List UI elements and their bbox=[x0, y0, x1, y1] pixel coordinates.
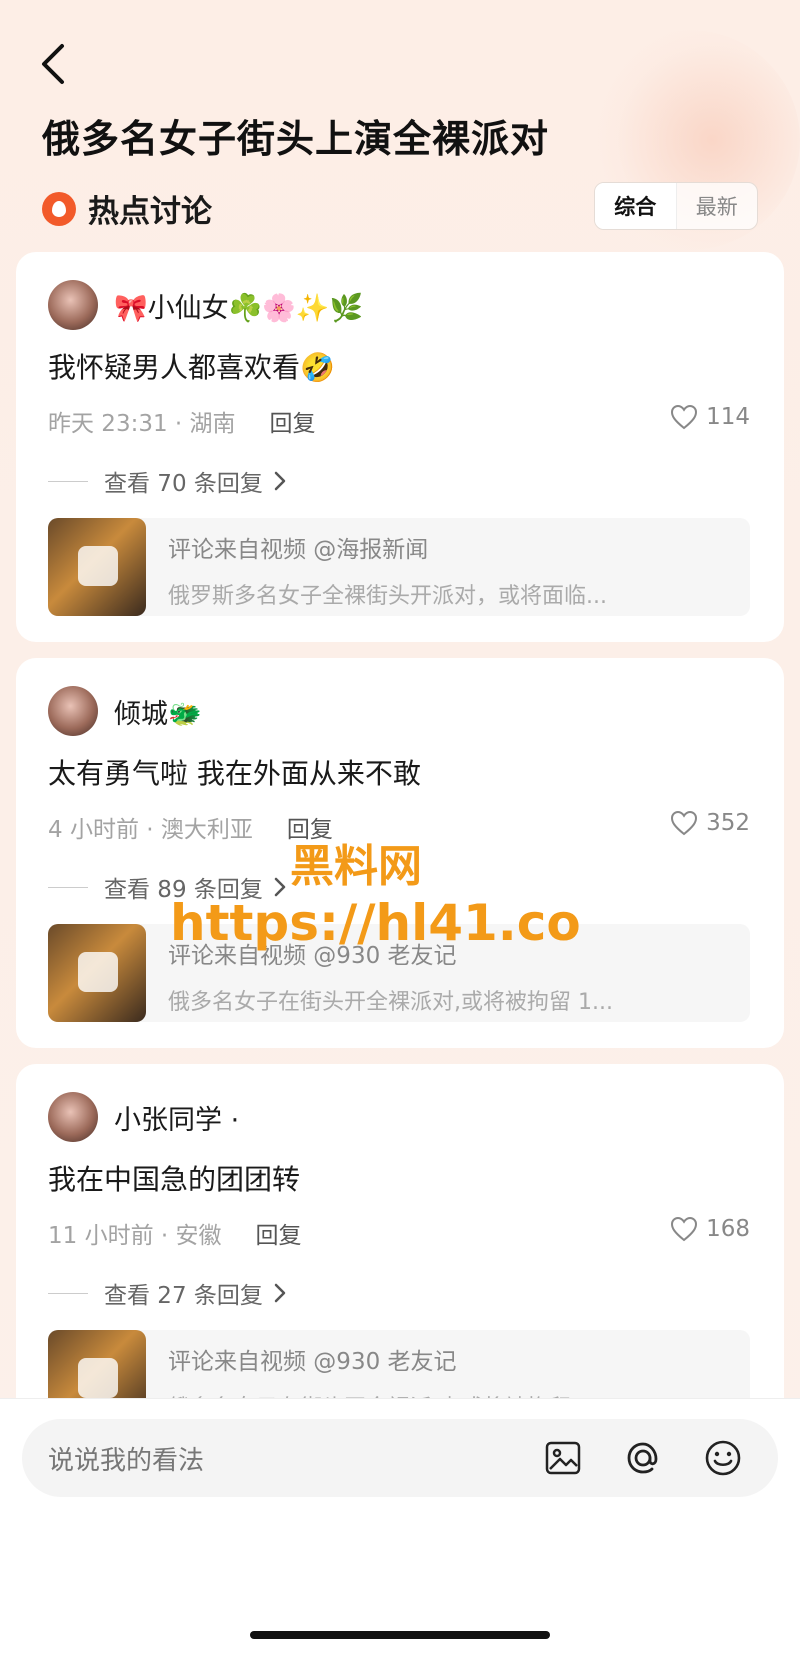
comment-text: 我怀疑男人都喜欢看🤣 bbox=[48, 351, 335, 384]
view-replies-button[interactable]: 查看 27 条回复 bbox=[48, 1276, 287, 1310]
emoji-button[interactable] bbox=[698, 1433, 748, 1483]
comment-meta: 11 小时前 · 安徽 回复 bbox=[48, 1216, 302, 1250]
sort-option-comprehensive[interactable]: 综合 bbox=[595, 183, 677, 229]
view-replies-label: 查看 70 条回复 bbox=[104, 471, 263, 497]
like-button[interactable]: 168 bbox=[670, 1216, 750, 1242]
image-icon bbox=[545, 1441, 581, 1475]
section-header: 热点讨论 bbox=[42, 186, 212, 231]
comment-card: 倾城🐲 太有勇气啦 我在外面从来不敢 4 小时前 · 澳大利亚 回复 352 查… bbox=[16, 658, 784, 1048]
like-button[interactable]: 114 bbox=[670, 404, 750, 430]
source-from: 评论来自视频 @930 老友记 bbox=[168, 1349, 457, 1375]
comment-text: 我在中国急的团团转 bbox=[48, 1163, 301, 1196]
comment-time-location: 11 小时前 · 安徽 bbox=[48, 1223, 222, 1249]
view-replies-button[interactable]: 查看 70 条回复 bbox=[48, 464, 287, 498]
video-thumbnail bbox=[48, 518, 146, 616]
image-button[interactable] bbox=[538, 1433, 588, 1483]
heart-icon bbox=[671, 404, 698, 430]
username[interactable]: 🎀小仙女☘️🌸✨🌿 bbox=[114, 286, 363, 325]
source-video-card[interactable]: 评论来自视频 @海报新闻 俄罗斯多名女子全裸街头开派对，或将面临... bbox=[48, 518, 750, 616]
divider-line bbox=[48, 480, 88, 482]
view-replies-label: 查看 89 条回复 bbox=[104, 877, 263, 903]
page-title: 俄多名女子街头上演全裸派对 bbox=[42, 117, 550, 161]
chevron-right-icon bbox=[274, 1283, 286, 1303]
divider-line bbox=[48, 1292, 88, 1294]
comment-author: 🎀小仙女☘️🌸✨🌿 bbox=[48, 280, 363, 330]
comment-meta: 昨天 23:31 · 湖南 回复 bbox=[48, 404, 316, 438]
avatar[interactable] bbox=[48, 686, 98, 736]
comment-card: 🎀小仙女☘️🌸✨🌿 我怀疑男人都喜欢看🤣 昨天 23:31 · 湖南 回复 11… bbox=[16, 252, 784, 642]
video-thumbnail bbox=[48, 924, 146, 1022]
reply-button[interactable]: 回复 bbox=[270, 404, 316, 438]
comment-author: 小张同学 · bbox=[48, 1092, 239, 1142]
section-label: 热点讨论 bbox=[88, 194, 212, 230]
divider-line bbox=[48, 886, 88, 888]
comments-page: 俄多名女子街头上演全裸派对 热点讨论 综合 最新 🎀小仙女☘️🌸✨🌿 我怀疑男人… bbox=[0, 0, 800, 1654]
reply-button[interactable]: 回复 bbox=[256, 1216, 302, 1250]
sort-option-latest[interactable]: 最新 bbox=[677, 183, 758, 229]
avatar[interactable] bbox=[48, 280, 98, 330]
home-indicator bbox=[250, 1631, 550, 1639]
comment-input-placeholder: 说说我的看法 bbox=[48, 1445, 205, 1476]
mention-button[interactable] bbox=[618, 1433, 668, 1483]
avatar[interactable] bbox=[48, 1092, 98, 1142]
source-from: 评论来自视频 @海报新闻 bbox=[168, 537, 429, 563]
like-count: 114 bbox=[706, 404, 750, 430]
view-replies-button[interactable]: 查看 89 条回复 bbox=[48, 870, 287, 904]
comment-time-location: 昨天 23:31 · 湖南 bbox=[48, 411, 236, 437]
comment-input[interactable]: 说说我的看法 bbox=[22, 1419, 778, 1497]
comment-author: 倾城🐲 bbox=[48, 686, 202, 736]
comment-meta: 4 小时前 · 澳大利亚 回复 bbox=[48, 810, 333, 844]
view-replies-label: 查看 27 条回复 bbox=[104, 1283, 263, 1309]
username[interactable]: 倾城🐲 bbox=[114, 692, 202, 731]
chevron-right-icon bbox=[274, 471, 286, 491]
back-icon bbox=[42, 44, 64, 84]
like-count: 168 bbox=[706, 1216, 750, 1242]
comment-time-location: 4 小时前 · 澳大利亚 bbox=[48, 817, 253, 843]
heart-icon bbox=[671, 1216, 698, 1242]
username[interactable]: 小张同学 · bbox=[114, 1098, 239, 1137]
at-icon bbox=[627, 1442, 658, 1474]
reply-button[interactable]: 回复 bbox=[287, 810, 333, 844]
heart-icon bbox=[671, 810, 698, 836]
comment-input-bar: 说说我的看法 bbox=[0, 1398, 800, 1654]
back-button[interactable] bbox=[36, 40, 72, 88]
emoji-icon bbox=[705, 1440, 741, 1476]
source-video-card[interactable]: 评论来自视频 @930 老友记 俄多名女子在街头开全裸派对,或将被拘留 1... bbox=[48, 924, 750, 1022]
source-from: 评论来自视频 @930 老友记 bbox=[168, 943, 457, 969]
comment-text: 太有勇气啦 我在外面从来不敢 bbox=[48, 757, 421, 790]
chevron-right-icon bbox=[274, 877, 286, 897]
source-description: 俄罗斯多名女子全裸街头开派对，或将面临... bbox=[168, 584, 607, 609]
like-count: 352 bbox=[706, 810, 750, 836]
fire-icon bbox=[42, 191, 76, 226]
sort-toggle: 综合 最新 bbox=[594, 182, 758, 230]
source-description: 俄多名女子在街头开全裸派对,或将被拘留 1... bbox=[168, 990, 613, 1015]
like-button[interactable]: 352 bbox=[670, 810, 750, 836]
